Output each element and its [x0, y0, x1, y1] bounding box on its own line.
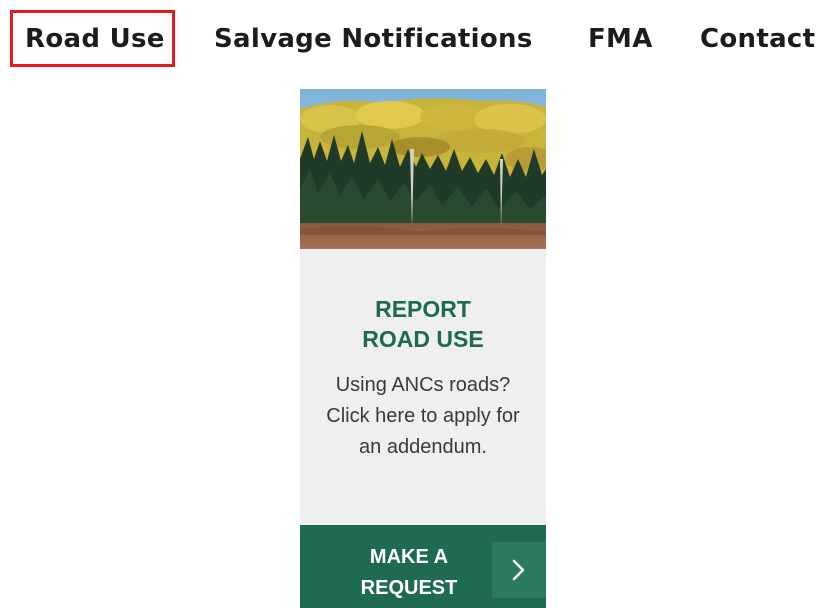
nav-item-fma[interactable]: FMA: [588, 22, 653, 56]
card-title: REPORT ROAD USE: [300, 294, 546, 354]
card-title-line1: REPORT: [375, 296, 471, 322]
arrow-box[interactable]: [492, 542, 546, 598]
top-navigation: Road Use Salvage Notifications FMA Conta…: [0, 0, 821, 80]
page: Road Use Salvage Notifications FMA Conta…: [0, 0, 821, 608]
make-a-request-button[interactable]: MAKE A REQUEST: [300, 525, 546, 608]
forest-image: [300, 89, 546, 249]
chevron-right-icon: [512, 559, 525, 581]
button-label-line1: MAKE A: [369, 546, 449, 568]
nav-item-salvage-notifications[interactable]: Salvage Notifications: [214, 22, 533, 56]
nav-item-road-use[interactable]: Road Use: [25, 22, 165, 56]
card-description: Using ANCs roads? Click here to apply fo…: [326, 374, 520, 458]
button-label: MAKE A REQUEST: [320, 542, 498, 604]
nav-item-contact[interactable]: Contact: [700, 22, 815, 56]
button-label-line2: REQUEST: [360, 577, 458, 599]
road-use-card: REPORT ROAD USE Using ANCs roads? Click …: [300, 89, 546, 608]
card-title-line2: ROAD USE: [362, 326, 484, 352]
